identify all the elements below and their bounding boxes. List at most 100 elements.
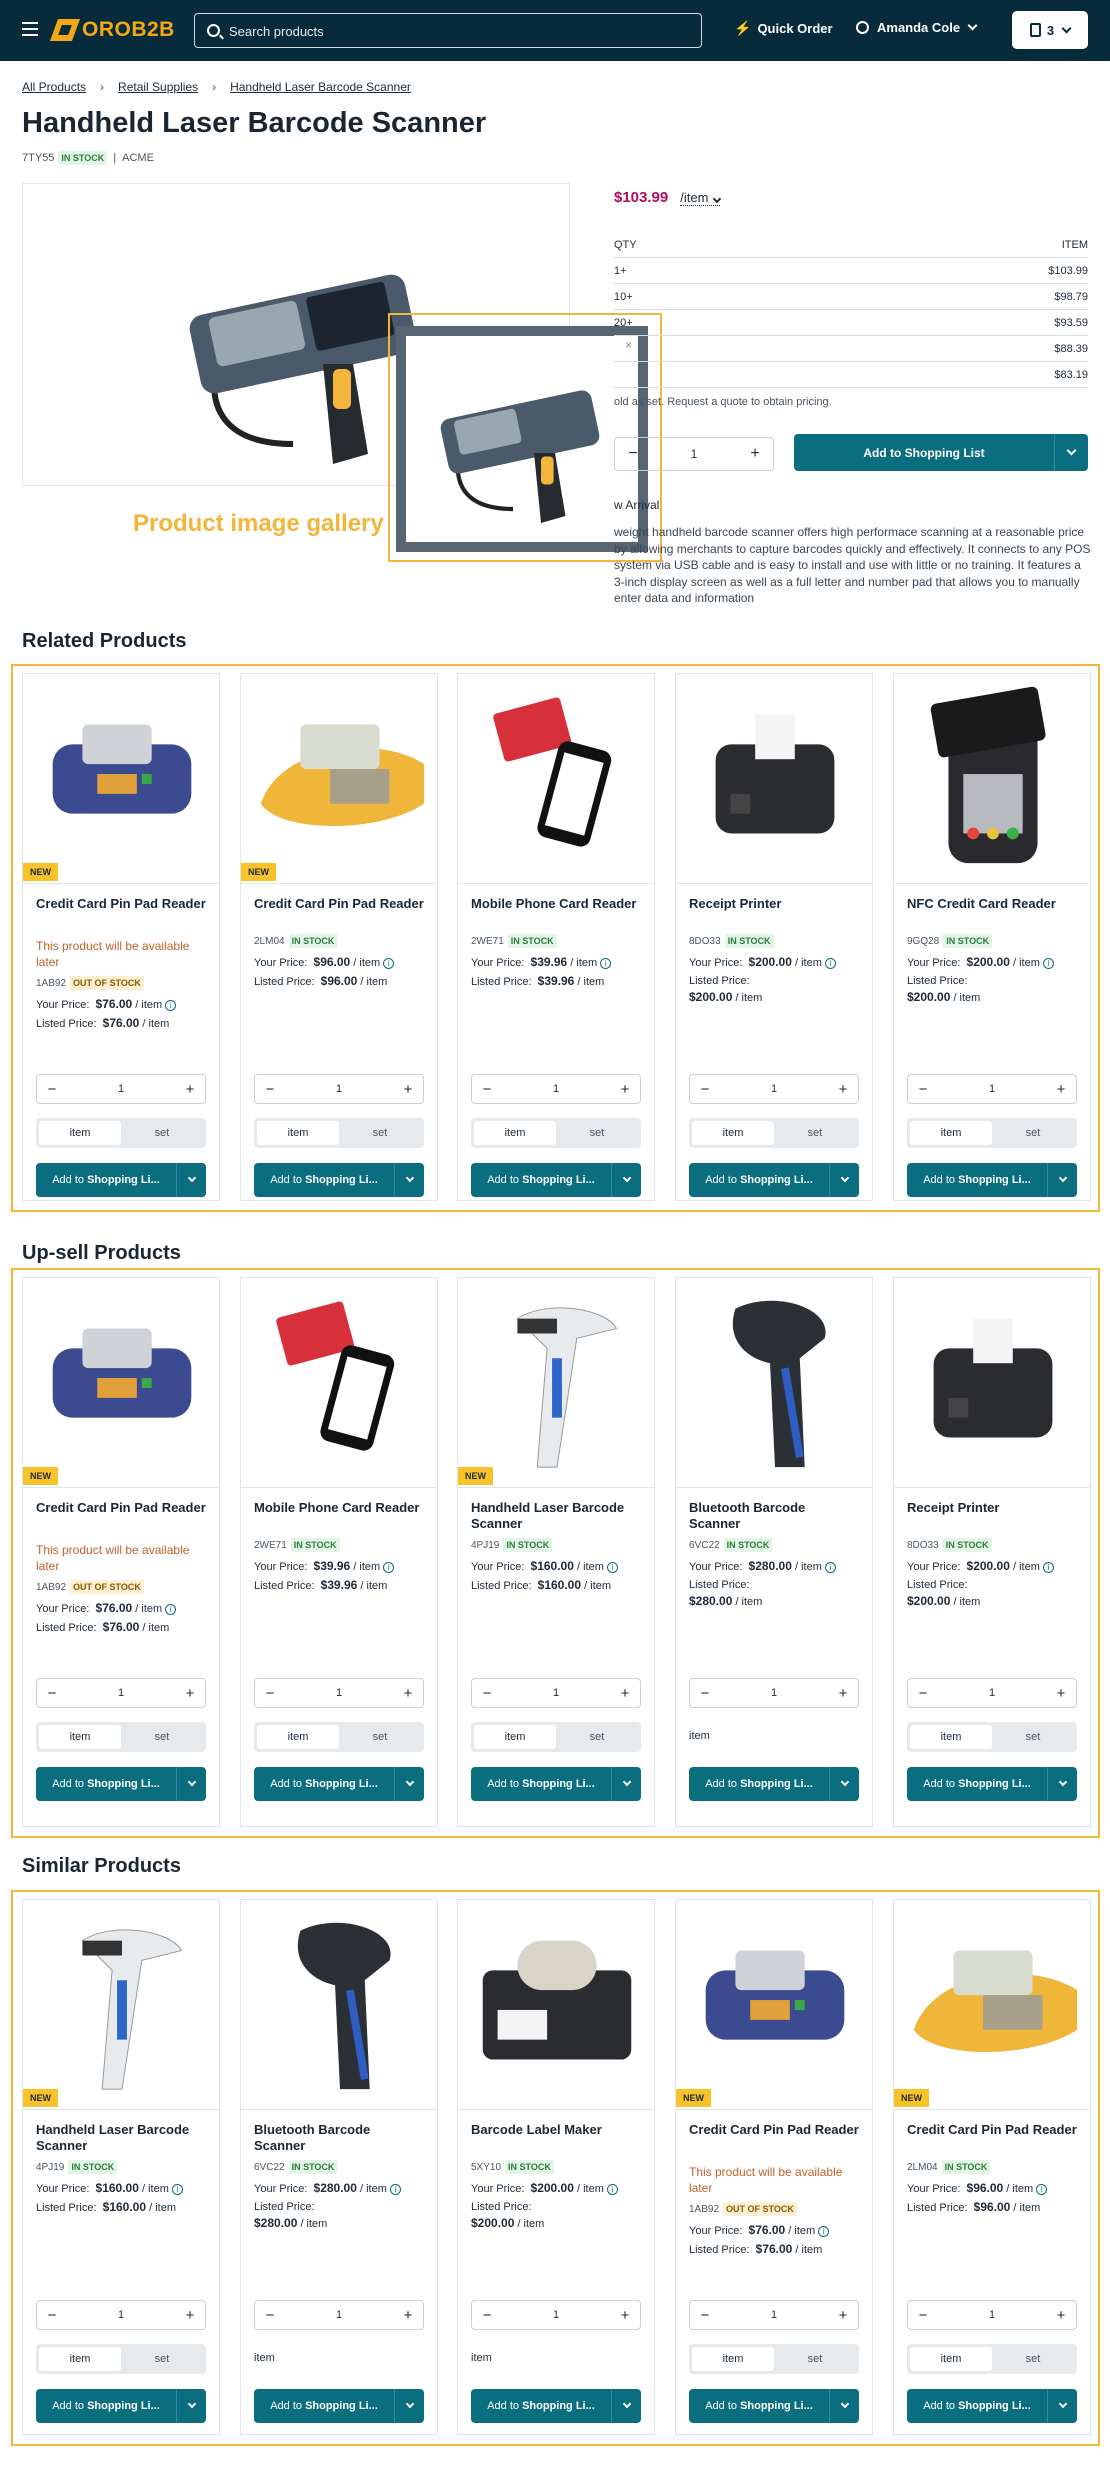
info-icon[interactable]: i	[606, 1561, 618, 1573]
quantity-value[interactable]: 1	[106, 2309, 136, 2321]
product-image[interactable]: NEW	[894, 1900, 1090, 2110]
product-name[interactable]: Barcode Label Maker	[471, 2122, 641, 2154]
plus-icon[interactable]: +	[175, 1685, 205, 1702]
unit-toggle[interactable]: item set	[36, 2344, 206, 2374]
unit-toggle[interactable]: item set	[689, 1118, 859, 1148]
info-icon[interactable]: i	[171, 2183, 183, 2195]
add-to-shopping-list-button[interactable]: Add to Shopping Li...	[254, 1163, 424, 1197]
plus-icon[interactable]: +	[610, 2307, 640, 2324]
quantity-stepper[interactable]: − 1 +	[254, 1074, 424, 1104]
plus-icon[interactable]: +	[1046, 1081, 1076, 1098]
product-card[interactable]: NEW Credit Card Pin Pad Reader 2LM04 IN S…	[240, 673, 438, 1201]
plus-icon[interactable]: +	[737, 445, 773, 463]
quantity-value[interactable]: 1	[541, 2309, 571, 2321]
minus-icon[interactable]: −	[690, 1081, 720, 1098]
unit-item-option[interactable]: item	[910, 2347, 992, 2371]
quantity-stepper[interactable]: − 1 +	[36, 1678, 206, 1708]
add-options-dropdown[interactable]	[829, 1163, 859, 1197]
breadcrumb-link[interactable]: Retail Supplies	[118, 80, 198, 94]
product-image[interactable]	[241, 1278, 437, 1488]
product-image[interactable]	[458, 674, 654, 884]
menu-icon[interactable]	[22, 22, 38, 24]
plus-icon[interactable]: +	[175, 1081, 205, 1098]
breadcrumb-current[interactable]: Handheld Laser Barcode Scanner	[230, 80, 411, 94]
plus-icon[interactable]: +	[393, 1081, 423, 1098]
info-icon[interactable]: i	[383, 957, 395, 969]
add-options-dropdown[interactable]	[611, 1767, 641, 1801]
unit-toggle[interactable]: item set	[36, 1722, 206, 1752]
add-to-shopping-list-button[interactable]: Add to Shopping Li...	[36, 1767, 206, 1801]
info-icon[interactable]: i	[600, 957, 612, 969]
minus-icon[interactable]: −	[472, 2307, 502, 2324]
info-icon[interactable]: i	[165, 1603, 177, 1615]
quantity-stepper[interactable]: − 1 +	[689, 2300, 859, 2330]
add-options-dropdown[interactable]	[1047, 2389, 1077, 2423]
product-image[interactable]	[241, 1900, 437, 2110]
product-image[interactable]: NEW	[676, 1900, 872, 2110]
add-options-dropdown[interactable]	[1047, 1163, 1077, 1197]
logo[interactable]: OROB2B	[49, 16, 175, 44]
product-card[interactable]: NEW Handheld Laser Barcode Scanner 4PJ19…	[22, 1899, 220, 2435]
add-options-dropdown[interactable]	[1054, 434, 1088, 471]
user-menu[interactable]: Amanda Cole	[856, 20, 978, 35]
unit-toggle[interactable]: item set	[907, 2344, 1077, 2374]
unit-set-option[interactable]: set	[556, 1121, 638, 1145]
plus-icon[interactable]: +	[828, 1081, 858, 1098]
add-to-shopping-list-button[interactable]: Add to Shopping List	[794, 434, 1088, 471]
unit-set-option[interactable]: set	[121, 1121, 203, 1145]
quantity-stepper[interactable]: − 1 +	[907, 2300, 1077, 2330]
add-options-dropdown[interactable]	[394, 1163, 424, 1197]
unit-item-option[interactable]: item	[692, 2347, 774, 2371]
unit-toggle[interactable]: item set	[254, 1118, 424, 1148]
add-options-dropdown[interactable]	[611, 2389, 641, 2423]
minus-icon[interactable]: −	[472, 1685, 502, 1702]
quantity-value[interactable]: 1	[676, 447, 712, 461]
product-image[interactable]	[676, 1278, 872, 1488]
quantity-value[interactable]: 1	[106, 1083, 136, 1095]
quantity-stepper[interactable]: − 1 +	[36, 1074, 206, 1104]
add-options-dropdown[interactable]	[176, 1767, 206, 1801]
minus-icon[interactable]: −	[37, 1081, 67, 1098]
search-input[interactable]	[229, 20, 689, 42]
product-image[interactable]	[458, 1900, 654, 2110]
quantity-value[interactable]: 1	[541, 1687, 571, 1699]
quantity-value[interactable]: 1	[324, 2309, 354, 2321]
unit-set-option[interactable]: set	[774, 2347, 856, 2371]
product-image[interactable]	[894, 1278, 1090, 1488]
unit-toggle[interactable]: item set	[471, 1722, 641, 1752]
product-card[interactable]: NEW Credit Card Pin Pad Reader 2LM04 IN S…	[893, 1899, 1091, 2435]
product-card[interactable]: Receipt Printer 8DO33 IN STOCK Your Price…	[675, 673, 873, 1201]
minus-icon[interactable]: −	[255, 1685, 285, 1702]
minus-icon[interactable]: −	[690, 2307, 720, 2324]
product-name[interactable]: Handheld Laser Barcode Scanner	[471, 1500, 641, 1532]
product-card[interactable]: NEW Credit Card Pin Pad Reader This prod…	[22, 673, 220, 1201]
product-card[interactable]: NFC Credit Card Reader 9GQ28 IN STOCK You…	[893, 673, 1091, 1201]
quantity-stepper[interactable]: − 1 +	[471, 2300, 641, 2330]
product-card[interactable]: Bluetooth Barcode Scanner 6VC22 IN STOCK …	[240, 1899, 438, 2435]
product-image[interactable]: NEW	[23, 1278, 219, 1488]
quantity-stepper[interactable]: − 1 +	[907, 1678, 1077, 1708]
product-name[interactable]: Credit Card Pin Pad Reader	[689, 2122, 859, 2154]
minus-icon[interactable]: −	[37, 2307, 67, 2324]
unit-set-option[interactable]: set	[339, 1725, 421, 1749]
product-name[interactable]: Credit Card Pin Pad Reader	[254, 896, 424, 928]
unit-item-option[interactable]: item	[257, 1121, 339, 1145]
unit-set-option[interactable]: set	[992, 2347, 1074, 2371]
add-options-dropdown[interactable]	[176, 2389, 206, 2423]
quantity-stepper[interactable]: − 1 +	[689, 1074, 859, 1104]
quantity-stepper[interactable]: − 1 +	[254, 1678, 424, 1708]
product-name[interactable]: Bluetooth Barcode Scanner	[689, 1500, 859, 1532]
unit-item-option[interactable]: item	[39, 2347, 121, 2371]
quantity-stepper[interactable]: − 1 +	[689, 1678, 859, 1708]
quantity-stepper[interactable]: − 1 +	[471, 1074, 641, 1104]
plus-icon[interactable]: +	[828, 1685, 858, 1702]
quantity-value[interactable]: 1	[106, 1687, 136, 1699]
product-card[interactable]: NEW Credit Card Pin Pad Reader This prod…	[675, 1899, 873, 2435]
product-image[interactable]: NEW	[23, 674, 219, 884]
add-to-shopping-list-button[interactable]: Add to Shopping Li...	[254, 1767, 424, 1801]
add-options-dropdown[interactable]	[829, 1767, 859, 1801]
product-image[interactable]: NEW	[241, 674, 437, 884]
quantity-value[interactable]: 1	[759, 1687, 789, 1699]
shopping-list-button[interactable]: 3	[1012, 11, 1088, 49]
plus-icon[interactable]: +	[175, 2307, 205, 2324]
